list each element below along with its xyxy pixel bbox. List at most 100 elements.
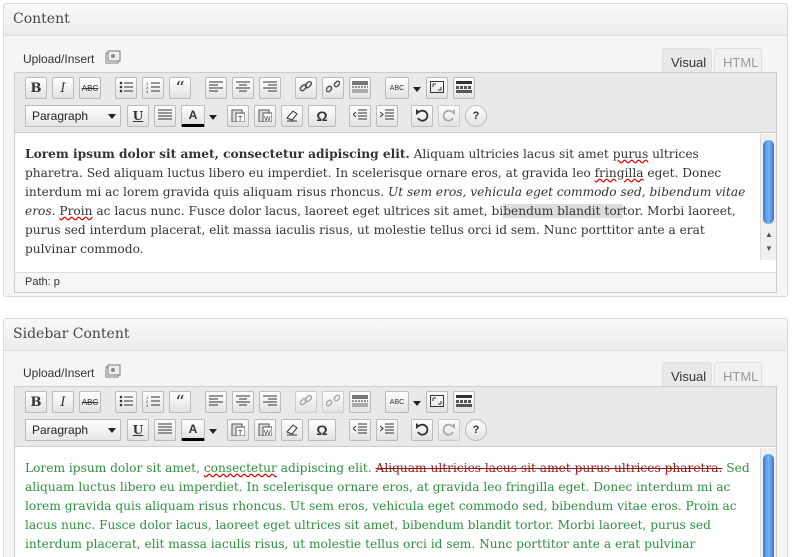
postbox-header[interactable]: Sidebar Content [4,319,787,351]
kitchen-sink-button[interactable] [453,391,475,413]
tab-visual[interactable]: Visual [662,362,712,388]
paste-text-button[interactable]: T [227,419,249,441]
paste-word-button[interactable]: W [254,419,276,441]
spellcheck-dropdown-icon[interactable] [413,87,421,92]
svg-text:W: W [264,116,271,122]
align-right-button[interactable] [259,77,281,99]
bullet-list-button[interactable] [115,391,137,413]
insert-link-button[interactable] [295,391,317,413]
align-right-button[interactable] [259,391,281,413]
editor-scrollbar[interactable] [760,448,776,557]
justify-button[interactable] [154,105,176,127]
align-center-button[interactable] [232,391,254,413]
strikethrough-button[interactable]: ABC [79,77,101,99]
tab-html[interactable]: HTML [714,48,762,74]
text-color-button[interactable]: A [181,105,205,127]
bullet-list-icon [119,81,133,96]
redo-button[interactable] [438,419,460,441]
align-left-button[interactable] [205,391,227,413]
upload-insert-label: Upload/Insert [23,366,95,380]
outdent-button[interactable] [349,419,371,441]
outdent-button[interactable] [349,105,371,127]
unlink-button[interactable] [322,391,344,413]
undo-button[interactable] [411,105,433,127]
spellcheck-button[interactable]: ABC [385,77,409,99]
undo-icon [415,422,429,439]
paste-text-button[interactable]: T [227,105,249,127]
redo-icon [442,422,456,439]
underline-button[interactable]: U [127,419,149,441]
help-button[interactable]: ? [465,419,487,441]
text-color-button[interactable]: A [181,419,205,441]
sidebar-content-postbox: Sidebar Content Upload/Insert Visual HTM… [3,318,788,557]
text-color-dropdown-icon[interactable] [209,429,217,434]
postbox-title: Content [13,11,70,27]
kitchen-sink-button[interactable] [453,77,475,99]
scrollbar-thumb[interactable] [763,140,774,224]
indent-button[interactable] [376,105,398,127]
insert-link-button[interactable] [295,77,317,99]
more-tag-icon [352,394,368,410]
indent-button[interactable] [376,419,398,441]
spellcheck-dropdown-icon[interactable] [413,401,421,406]
paste-text-icon: T [231,108,246,125]
text-run: Sed aliquam luctus libero eu imperdiet. … [25,461,750,557]
special-character-button[interactable]: Ω [308,419,336,441]
italic-button[interactable]: I [52,77,74,99]
strikethrough-button[interactable]: ABC [79,391,101,413]
undo-button[interactable] [411,419,433,441]
postbox-header[interactable]: Content [4,4,787,36]
svg-text:T: T [238,430,243,436]
redo-button[interactable] [438,105,460,127]
editor-content[interactable]: Lorem ipsum dolor sit amet, consectetur … [15,133,760,261]
scroll-up-icon[interactable]: ▲ [765,230,773,239]
bold-button[interactable]: B [25,77,47,99]
underline-button[interactable]: U [127,105,149,127]
link-icon [299,394,313,411]
format-select[interactable]: Paragraph [25,419,121,441]
add-media-icon[interactable] [105,50,121,66]
editor-content[interactable]: Lorem ipsum dolor sit amet, consectetur … [15,447,760,557]
chevron-down-icon [108,428,116,433]
scrollbar-thumb[interactable] [763,454,774,557]
numbered-list-icon: 123 [146,81,160,96]
fullscreen-icon [430,394,444,410]
insert-more-button[interactable] [349,391,371,413]
add-media-icon[interactable] [105,364,121,380]
tab-visual[interactable]: Visual [662,48,712,74]
misspelled-word: purus [612,147,649,161]
eraser-icon [285,422,299,439]
align-left-button[interactable] [205,77,227,99]
format-select[interactable]: Paragraph [25,105,121,127]
numbered-list-button[interactable]: 123 [142,77,164,99]
insert-more-button[interactable] [349,77,371,99]
fullscreen-button[interactable] [426,391,448,413]
editor-container: B I ABC 123 “ ABC Paragraph U A T W Ω ? … [14,386,777,557]
special-character-button[interactable]: Ω [308,105,336,127]
paste-word-button[interactable]: W [254,105,276,127]
numbered-list-button[interactable]: 123 [142,391,164,413]
justify-button[interactable] [154,419,176,441]
bold-button[interactable]: B [25,391,47,413]
outdent-icon [352,109,367,124]
clear-formatting-button[interactable] [281,419,303,441]
blockquote-button[interactable]: “ [169,77,191,99]
spellcheck-button[interactable]: ABC [385,391,409,413]
scroll-down-icon[interactable]: ▼ [765,244,773,253]
format-select-value: Paragraph [32,109,89,123]
fullscreen-button[interactable] [426,77,448,99]
text-color-dropdown-icon[interactable] [209,115,217,120]
tab-html[interactable]: HTML [714,362,762,388]
help-button[interactable]: ? [465,105,487,127]
content-postbox: Content Upload/Insert Visual HTML B I AB… [3,3,788,297]
bullet-list-button[interactable] [115,77,137,99]
blockquote-button[interactable]: “ [169,391,191,413]
editor-scrollbar[interactable]: ▲ ▼ [760,134,776,260]
align-center-button[interactable] [232,77,254,99]
italic-button[interactable]: I [52,391,74,413]
unlink-button[interactable] [322,77,344,99]
align-left-icon [209,395,223,410]
bullet-list-icon [119,395,133,410]
clear-formatting-button[interactable] [281,105,303,127]
kitchen-sink-icon [456,80,472,96]
